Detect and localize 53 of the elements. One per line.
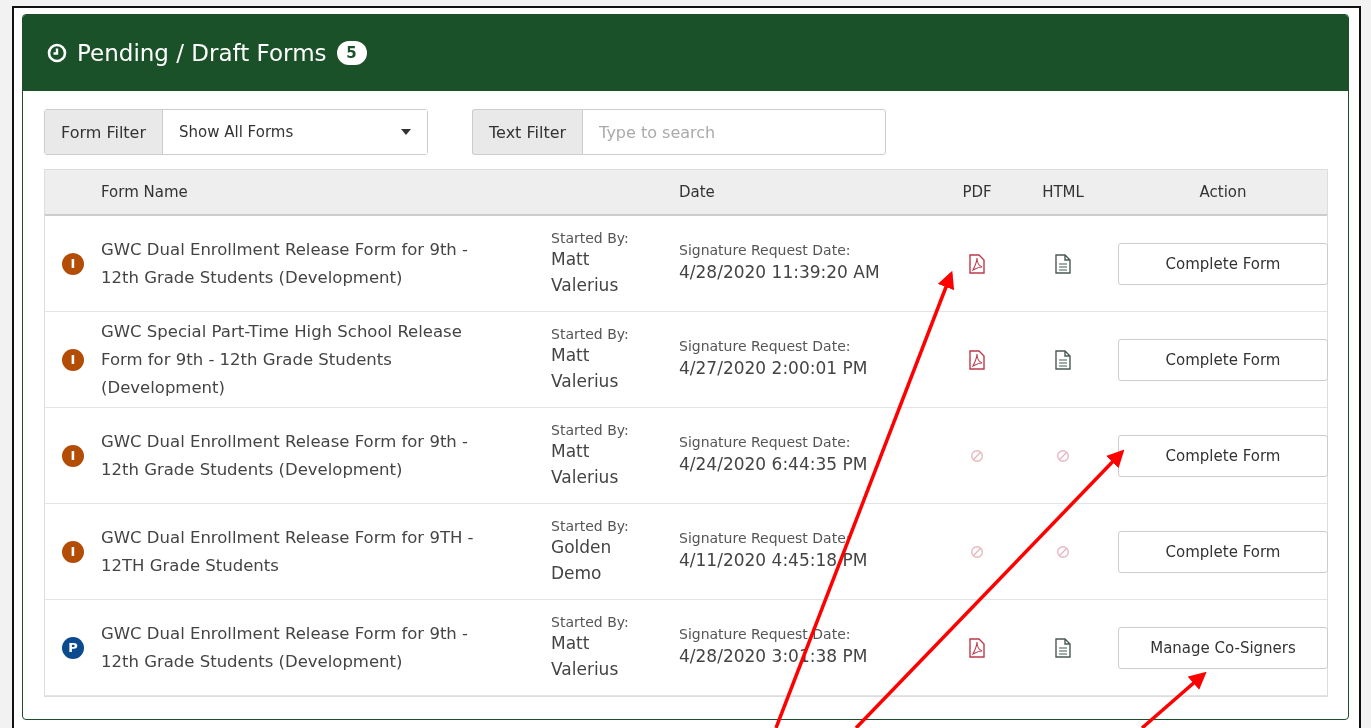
clock-icon	[47, 43, 67, 63]
form-name: GWC Special Part-Time High School Release Form for 9th - 12th Grade Students (Development)	[101, 320, 463, 399]
action-button[interactable]: Complete Form	[1118, 434, 1328, 477]
status-badge: I	[62, 348, 84, 371]
column-header: Action	[1198, 183, 1248, 201]
started-by-name: Golden Demo	[551, 535, 612, 585]
form-name: GWC Dual Enrollment Release Form for 9th - 12th Grade Students (Development)	[101, 238, 469, 289]
request-date: 4/27/2020 2:00:01 PM	[679, 356, 868, 380]
started-by-label: Started By:	[551, 325, 629, 342]
status-badge: I	[62, 540, 84, 563]
form-name: GWC Dual Enrollment Release Form for 9th - 12th Grade Students (Development)	[101, 622, 469, 673]
column-header: PDF	[961, 183, 993, 201]
count-badge: 5	[336, 41, 367, 65]
filter-label: Form Filter	[45, 110, 163, 154]
started-by-name: Matt Valerius	[551, 439, 619, 489]
action-button[interactable]: Complete Form	[1118, 242, 1328, 285]
status-badge: P	[62, 636, 84, 659]
started-by-label: Started By:	[551, 229, 629, 246]
filter-label: Text Filter	[472, 109, 583, 155]
column-header: Form Name	[101, 183, 189, 201]
date-label: Signature Request Date:	[679, 433, 851, 450]
action-button[interactable]: Manage Co-Signers	[1118, 626, 1328, 669]
panel-title: Pending / Draft Forms	[77, 40, 327, 66]
started-by-label: Started By:	[551, 421, 629, 438]
status-badge: I	[62, 444, 84, 467]
caret-icon	[401, 129, 411, 135]
date-label: Signature Request Date:	[679, 625, 851, 642]
pdf-icon[interactable]	[969, 637, 985, 658]
pdf-icon[interactable]	[969, 349, 985, 370]
action-button[interactable]: Complete Form	[1118, 338, 1328, 381]
started-by-label: Started By:	[551, 613, 629, 630]
request-date: 4/11/2020 4:45:18 PM	[679, 548, 868, 572]
column-header: Date	[679, 183, 716, 201]
date-label: Signature Request Date:	[679, 241, 851, 258]
action-button[interactable]: Complete Form	[1118, 530, 1328, 573]
form-name: GWC Dual Enrollment Release Form for 9th - 12th Grade Students (Development)	[101, 430, 469, 481]
started-by-name: Matt Valerius	[551, 247, 619, 297]
started-by-label: Started By:	[551, 517, 629, 534]
form-name: GWC Dual Enrollment Release Form for 9TH - 12TH Grade Students	[101, 526, 475, 577]
document-icon[interactable]	[1055, 637, 1071, 658]
annotation-arrow	[1140, 671, 1207, 728]
date-label: Signature Request Date:	[679, 529, 851, 546]
request-date: 4/28/2020 11:39:20 AM	[679, 260, 880, 284]
request-date: 4/24/2020 6:44:35 PM	[679, 452, 868, 476]
status-badge: I	[62, 252, 84, 275]
started-by-name: Matt Valerius	[551, 343, 619, 393]
started-by-name: Matt Valerius	[551, 631, 619, 681]
pdf-icon[interactable]	[969, 253, 985, 274]
document-icon[interactable]	[1055, 253, 1071, 274]
search-field[interactable]: Type to search	[582, 109, 887, 155]
column-header: HTML	[1041, 183, 1085, 201]
date-label: Signature Request Date:	[679, 337, 851, 354]
document-icon[interactable]	[1055, 349, 1071, 370]
